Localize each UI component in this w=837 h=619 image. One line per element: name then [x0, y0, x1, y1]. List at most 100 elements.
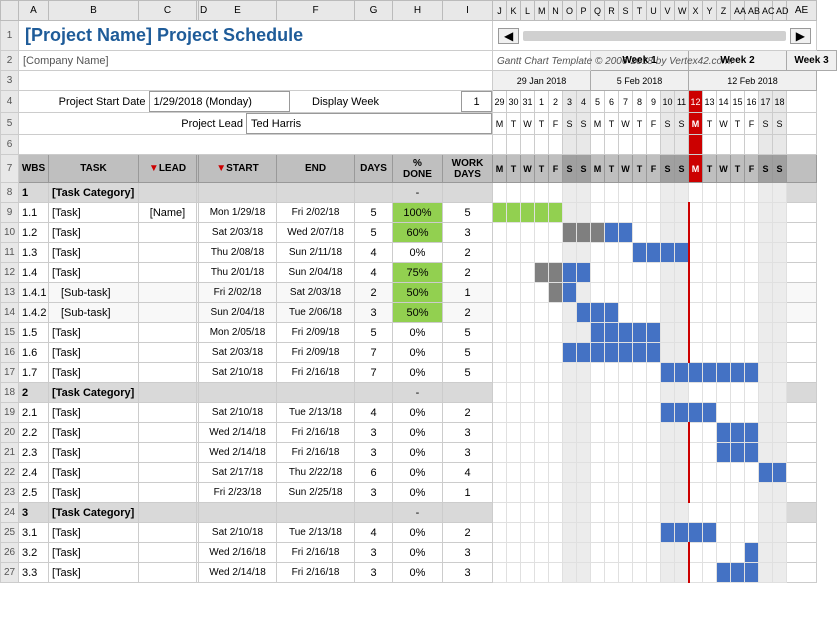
task-row-1.5: 151.5[Task]Mon 2/05/18Fri 2/09/1850%5 [1, 323, 837, 343]
task-cell-14[interactable]: [Task] [49, 463, 139, 483]
gantt-day-9-14 [689, 363, 703, 383]
gantt-day-14-10 [633, 463, 647, 483]
task-cell-5[interactable]: [Sub-task] [49, 283, 139, 303]
task-cell-7[interactable]: [Task] [49, 323, 139, 343]
start-cell-16 [199, 503, 277, 523]
task-cell-10[interactable]: [Task Category] [49, 383, 139, 403]
gantt-day-3-5 [563, 243, 577, 263]
gantt-day-17-8 [605, 523, 619, 543]
gantt-day-10-19 [759, 383, 773, 403]
gantt-day-18-0 [493, 543, 507, 563]
wbs-cell-15: 2.5 [19, 483, 49, 503]
gantt-day-3-8 [605, 243, 619, 263]
gantt-col-hdr-11: F [647, 155, 661, 183]
gantt-day-8-18 [745, 343, 759, 363]
gantt-day-10-17 [731, 383, 745, 403]
display-week-value[interactable]: 1 [462, 92, 492, 112]
gantt-day-8-1 [507, 343, 521, 363]
gantt-col-hdr-2: W [521, 155, 535, 183]
pct-cell-17: 0% [393, 523, 443, 543]
task-cell-8[interactable]: [Task] [49, 343, 139, 363]
prev-nav-button[interactable]: ◀ [498, 28, 519, 44]
pct-cell-12: 0% [393, 423, 443, 443]
gantt-day-16-5 [563, 503, 577, 523]
gantt-day-9-3 [535, 363, 549, 383]
spacer-day-7 [591, 135, 605, 155]
task-cell-4[interactable]: [Task] [49, 263, 139, 283]
gantt-day-15-20 [773, 483, 787, 503]
start-cell-3: Thu 2/08/18 [199, 243, 277, 263]
start-date-value[interactable]: 1/29/2018 (Monday) [149, 92, 289, 112]
task-cell-18[interactable]: [Task] [49, 543, 139, 563]
wdays-cell-0 [443, 183, 493, 203]
gantt-day-10-7 [591, 383, 605, 403]
gantt-day-2-11 [647, 223, 661, 243]
gantt-day-12-15 [703, 423, 717, 443]
gantt-day-16-16 [717, 503, 731, 523]
gantt-day-6-7 [591, 303, 605, 323]
pct-cell-14: 0% [393, 463, 443, 483]
gantt-day-4-20 [773, 263, 787, 283]
task-cell-19[interactable]: [Task] [49, 563, 139, 583]
lead-cell-3 [139, 243, 197, 263]
gantt-day-2-7 [591, 223, 605, 243]
gantt-day-14-5 [563, 463, 577, 483]
gantt-day-2-14 [689, 223, 703, 243]
credit-cell: Gantt Chart Template © 2006-2018 by Vert… [493, 51, 591, 71]
week2-label: Week 2 [720, 55, 754, 66]
gantt-day-6-6 [577, 303, 591, 323]
task-cell-9[interactable]: [Task] [49, 363, 139, 383]
task-row-3.1: 253.1[Task]Sat 2/10/18Tue 2/13/1840%2 [1, 523, 837, 543]
lead-info-cell: Project Lead Ted Harris [19, 113, 493, 135]
gantt-day-14-3 [535, 463, 549, 483]
task-cell-15[interactable]: [Task] [49, 483, 139, 503]
gantt-day-19-3 [535, 563, 549, 583]
gantt-day-0-13 [675, 183, 689, 203]
lead-cell-9 [139, 363, 197, 383]
gantt-day-9-7 [591, 363, 605, 383]
task-cell-11[interactable]: [Task] [49, 403, 139, 423]
gantt-day-4-10 [633, 263, 647, 283]
start-cell-7: Mon 2/05/18 [199, 323, 277, 343]
gantt-day-1-11 [647, 203, 661, 223]
task-cell-6[interactable]: [Sub-task] [49, 303, 139, 323]
task-cell-12[interactable]: [Task] [49, 423, 139, 443]
days-header: DAYS [355, 155, 393, 183]
pct-cell-18: 0% [393, 543, 443, 563]
gantt-day-3-16 [717, 243, 731, 263]
gantt-day-12-16 [717, 423, 731, 443]
gantt-day-18-7 [591, 543, 605, 563]
gantt-day-11-2 [521, 403, 535, 423]
template-credit: Gantt Chart Template © 2006-2018 by Vert… [497, 56, 733, 67]
gantt-day-18-6 [577, 543, 591, 563]
day-letter-10: T [633, 113, 647, 135]
gantt-day-7-16 [717, 323, 731, 343]
wbs-cell-16: 3 [19, 503, 49, 523]
gantt-day-19-1 [507, 563, 521, 583]
spacer-day-15 [703, 135, 717, 155]
gantt-day-4-6 [577, 263, 591, 283]
gantt-day-15-17 [731, 483, 745, 503]
task-cell-1[interactable]: [Task] [49, 203, 139, 223]
gantt-day-16-3 [535, 503, 549, 523]
gantt-day-4-14 [689, 263, 703, 283]
gantt-day-14-20 [773, 463, 787, 483]
task-cell-17[interactable]: [Task] [49, 523, 139, 543]
task-cell-3[interactable]: [Task] [49, 243, 139, 263]
task-cell-2[interactable]: [Task] [49, 223, 139, 243]
gantt-day-4-2 [521, 263, 535, 283]
next-nav-button[interactable]: ▶ [790, 28, 811, 44]
gantt-day-14-2 [521, 463, 535, 483]
gantt-day-1-4 [549, 203, 563, 223]
gantt-day-5-1 [507, 283, 521, 303]
task-cell-13[interactable]: [Task] [49, 443, 139, 463]
task-cell-0[interactable]: [Task Category] [49, 183, 139, 203]
gantt-day-15-9 [619, 483, 633, 503]
col-header-gantt-Q: Q [591, 1, 605, 21]
gantt-day-11-12 [661, 403, 675, 423]
gantt-day-2-19 [759, 223, 773, 243]
gantt-day-19-19 [759, 563, 773, 583]
gantt-day-16-8 [605, 503, 619, 523]
task-cell-16[interactable]: [Task Category] [49, 503, 139, 523]
lead-value[interactable]: Ted Harris [247, 114, 492, 134]
